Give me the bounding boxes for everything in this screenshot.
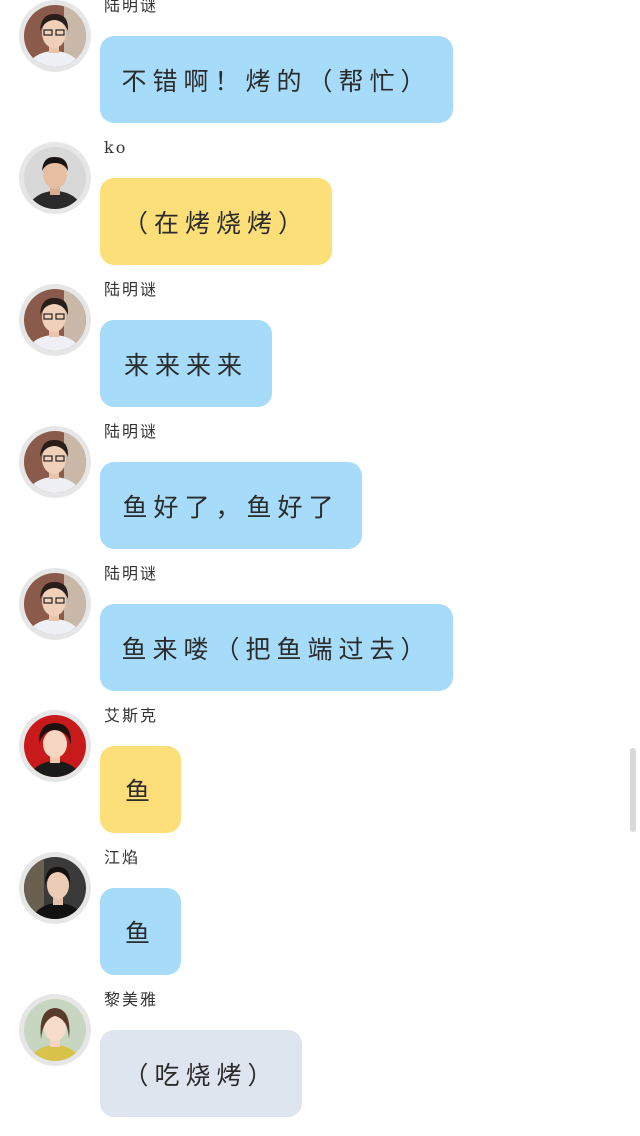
sender-name: 艾斯克 [104,706,159,725]
avatar[interactable] [19,568,91,640]
message-bubble[interactable]: （吃烧烤） [100,1030,302,1117]
limeiya-avatar [24,999,86,1061]
chat-message: 黎美雅 （吃烧烤） [0,990,640,1136]
sender-name: ko [104,138,128,157]
scrollbar[interactable] [630,748,636,832]
message-bubble[interactable]: 来来来来 [100,320,272,407]
message-bubble[interactable]: 不错啊！烤的（帮忙） [100,36,453,123]
chat-message: 艾斯克 鱼 [0,706,640,852]
sender-name: 黎美雅 [104,990,159,1009]
sender-name: 陆明谜 [104,422,159,441]
avatar[interactable] [19,994,91,1066]
chat-message: 陆明谜 鱼好了，鱼好了 [0,422,640,568]
aisike-avatar [24,715,86,777]
lu-mingmi-avatar [24,573,86,635]
sender-name: 江焰 [104,848,141,867]
chat-message: 陆明谜 不错啊！烤的（帮忙） [0,0,640,142]
message-bubble[interactable]: （在烤烧烤） [100,178,332,265]
sender-name: 陆明谜 [104,0,159,15]
message-bubble[interactable]: 鱼来喽（把鱼端过去） [100,604,453,691]
avatar[interactable] [19,142,91,214]
message-bubble[interactable]: 鱼好了，鱼好了 [100,462,362,549]
sender-name: 陆明谜 [104,564,159,583]
chat-message: 陆明谜 来来来来 [0,280,640,426]
chat-message: 陆明谜 鱼来喽（把鱼端过去） [0,564,640,710]
lu-mingmi-avatar [24,5,86,67]
avatar[interactable] [19,710,91,782]
avatar[interactable] [19,284,91,356]
ko-avatar [24,147,86,209]
jiangyan-avatar [24,857,86,919]
message-bubble[interactable]: 鱼 [100,888,181,975]
lu-mingmi-avatar [24,431,86,493]
chat-message: 江焰 鱼 [0,848,640,994]
avatar[interactable] [19,426,91,498]
sender-name: 陆明谜 [104,280,159,299]
chat-message: ko （在烤烧烤） [0,138,640,284]
avatar[interactable] [19,0,91,72]
chat-message-list[interactable]: 陆明谜 不错啊！烤的（帮忙） ko （在烤烧烤） 陆明谜 来来来来 陆明谜 鱼好… [0,0,640,1130]
lu-mingmi-avatar [24,289,86,351]
avatar[interactable] [19,852,91,924]
message-bubble[interactable]: 鱼 [100,746,181,833]
